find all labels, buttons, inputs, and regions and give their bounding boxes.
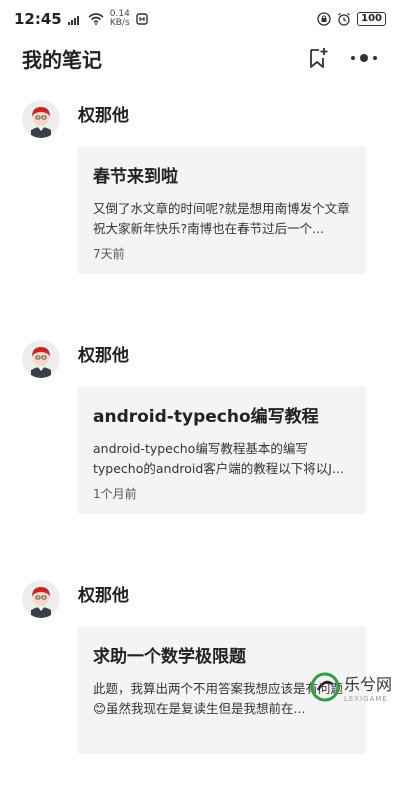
net-speed: 0.14 KB/s — [110, 10, 130, 28]
note-time: 1个月前 — [93, 487, 137, 501]
lock-rotation-icon — [317, 12, 331, 26]
battery-indicator: 100 — [357, 12, 386, 26]
more-options-icon[interactable] — [350, 53, 378, 63]
app-bar-actions — [308, 47, 378, 69]
note-summary: 又倒了水文章的时间呢?就是想用南博发个文章祝大家新年快乐?南博也在春节过后一个.… — [93, 201, 350, 236]
signal-icon — [67, 15, 79, 25]
net-speed-unit: KB/s — [109, 18, 130, 28]
note-item: 权那他 android-typecho编写教程 android-typecho编… — [0, 330, 400, 570]
status-left: 12:45 0.14 KB/s — [14, 10, 148, 28]
alarm-icon — [338, 12, 351, 26]
avatar-image — [22, 100, 60, 138]
watermark-text: 乐兮网 — [343, 675, 392, 694]
avatar[interactable] — [22, 580, 60, 618]
note-time: 7天前 — [93, 247, 125, 261]
author-name[interactable]: 权那他 — [78, 341, 129, 366]
watermark-text-group: 乐兮网 LEXIGAME — [344, 671, 392, 703]
wifi-icon — [88, 13, 104, 25]
note-title: 求助一个数学极限题 — [93, 647, 246, 667]
status-bar: 12:45 0.14 KB/s 100 — [0, 0, 400, 38]
app-bar: 我的笔记 — [0, 38, 400, 78]
note-title: 春节来到啦 — [93, 167, 178, 187]
note-item: 权那他 春节来到啦 又倒了水文章的时间呢?就是想用南博发个文章祝大家新年快乐?南… — [0, 90, 400, 330]
watermark-logo-icon — [310, 672, 340, 702]
note-title: android-typecho编写教程 — [93, 407, 319, 427]
notification-icon — [136, 13, 148, 25]
avatar[interactable] — [22, 100, 60, 138]
status-time: 12:45 — [14, 10, 62, 28]
note-summary: android-typecho编写教程基本的编写typecho的android客… — [93, 441, 344, 476]
avatar-image — [22, 580, 60, 618]
author-name[interactable]: 权那他 — [78, 101, 129, 126]
page-title: 我的笔记 — [22, 47, 102, 72]
avatar[interactable] — [22, 340, 60, 378]
avatar-image — [22, 340, 60, 378]
note-card[interactable]: 春节来到啦 又倒了水文章的时间呢?就是想用南博发个文章祝大家新年快乐?南博也在春… — [77, 146, 366, 274]
add-bookmark-icon[interactable] — [308, 47, 328, 69]
note-card[interactable]: android-typecho编写教程 android-typecho编写教程基… — [77, 386, 366, 514]
author-name[interactable]: 权那他 — [78, 581, 129, 606]
status-right: 100 — [317, 12, 386, 26]
watermark: 乐兮网 LEXIGAME — [310, 671, 392, 703]
watermark-subtext: LEXIGAME — [343, 695, 388, 703]
